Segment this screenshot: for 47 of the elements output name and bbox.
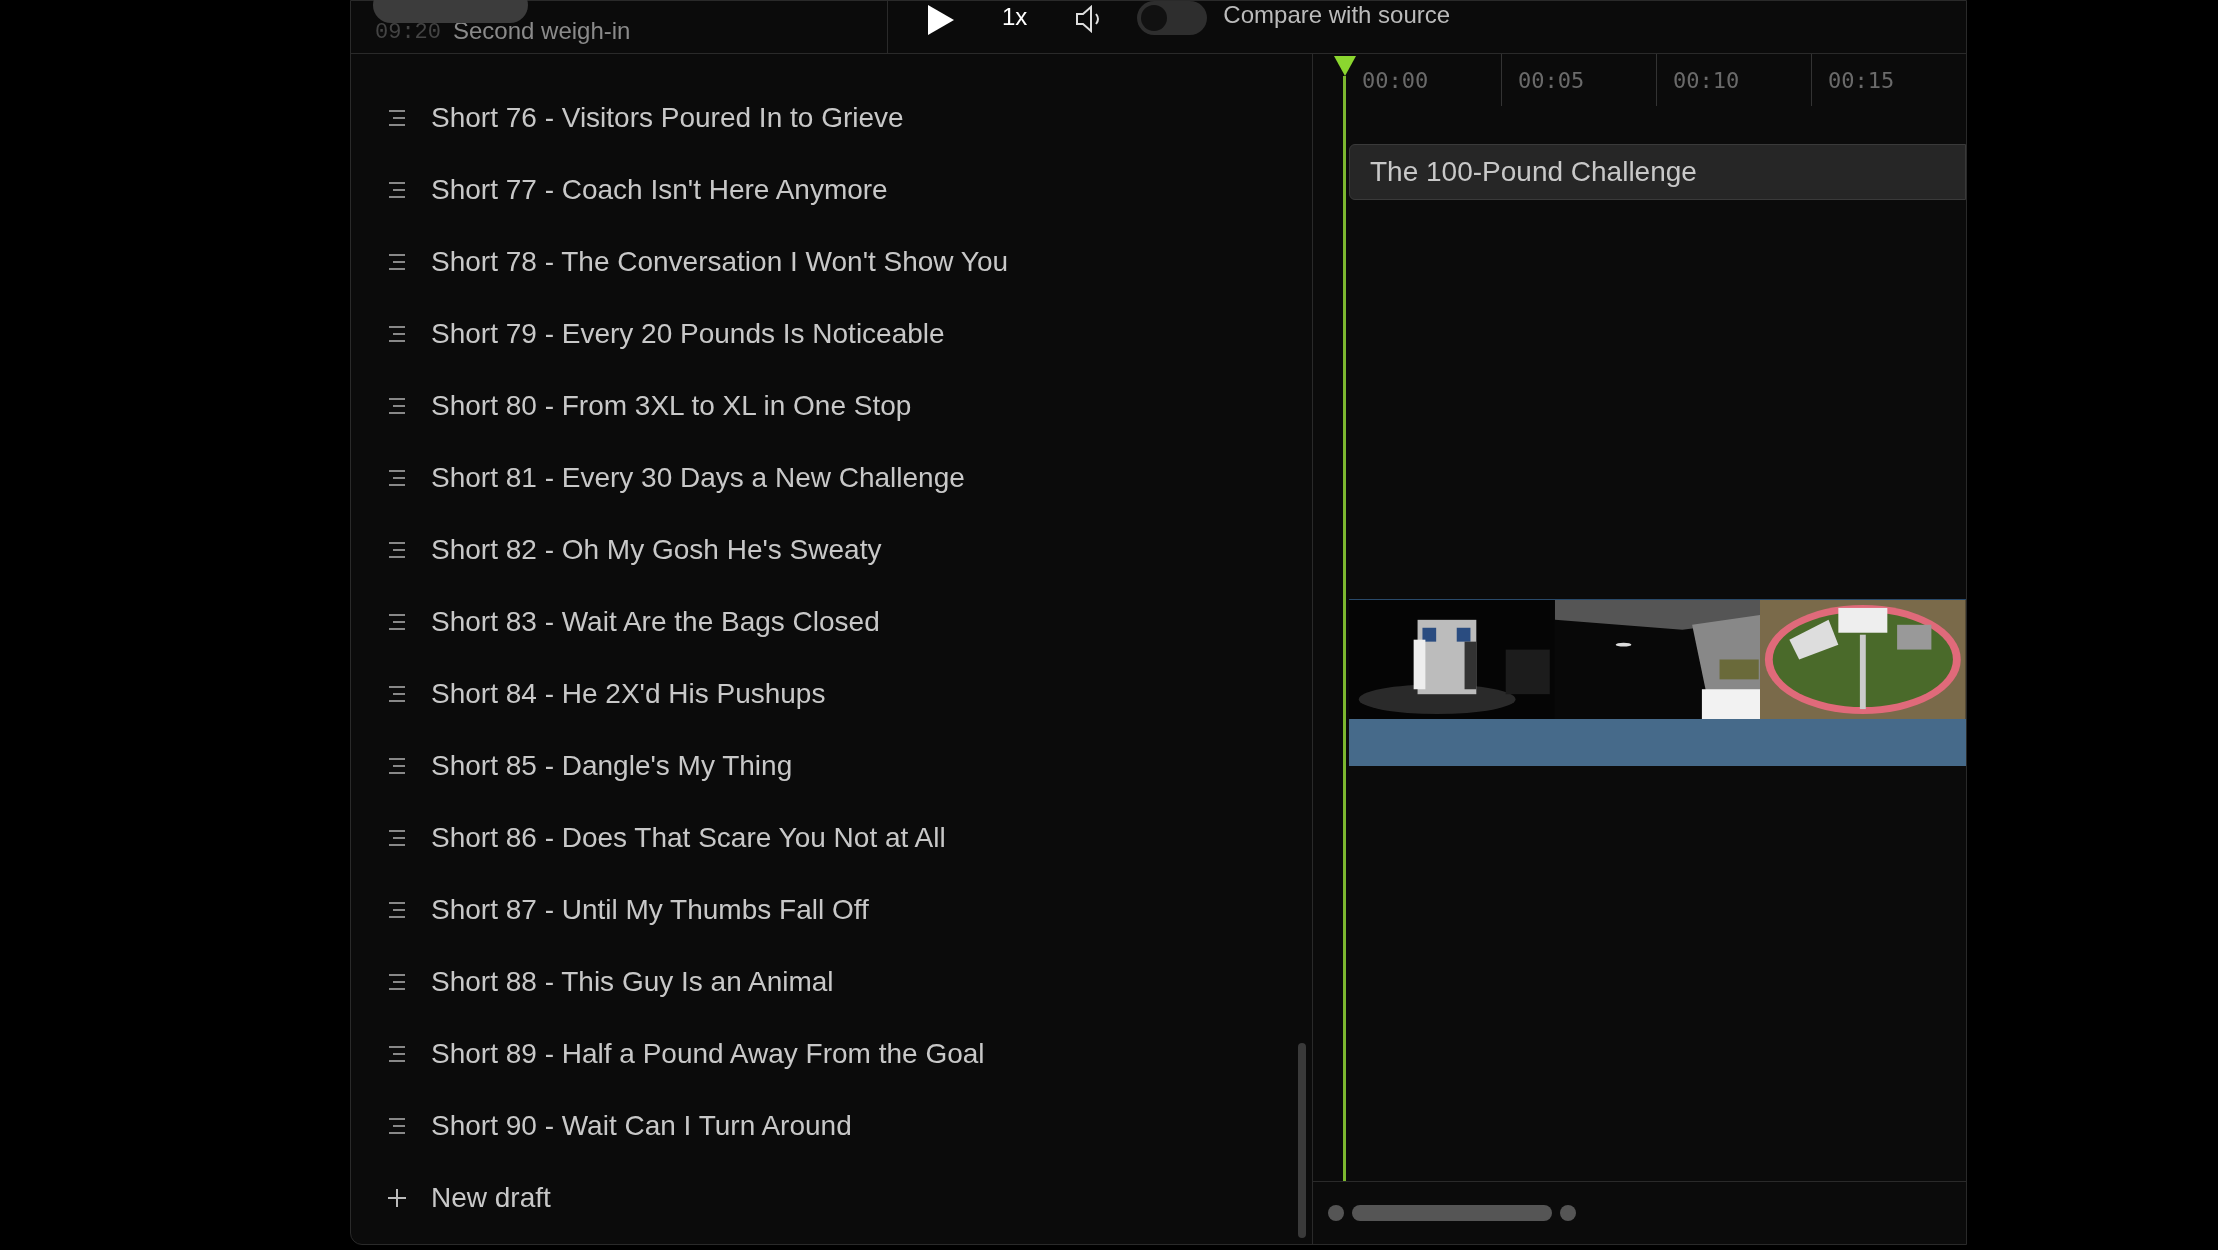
draft-item[interactable]: Short 79 - Every 20 Pounds Is Noticeable <box>387 298 1312 370</box>
speed-button[interactable]: 1x <box>1002 5 1028 29</box>
compare-label: Compare with source <box>1223 3 1451 27</box>
list-icon <box>387 109 407 127</box>
list-icon <box>387 325 407 343</box>
chapter-title: Second weigh-in <box>453 16 631 46</box>
draft-item[interactable]: Short 89 - Half a Pound Away From the Goal <box>387 1018 1312 1090</box>
draft-item[interactable]: Short 88 - This Guy Is an Animal <box>387 946 1312 1018</box>
plus-icon <box>387 1188 407 1208</box>
time-tick: 00:05 <box>1517 66 1585 95</box>
chapter-time: 09:20 <box>375 19 441 47</box>
horizontal-scroll-thumb[interactable] <box>1352 1205 1552 1221</box>
list-icon <box>387 1045 407 1063</box>
draft-item[interactable]: Short 87 - Until My Thumbs Fall Off <box>387 874 1312 946</box>
list-icon <box>387 829 407 847</box>
draft-item[interactable]: Short 82 - Oh My Gosh He's Sweaty <box>387 514 1312 586</box>
audio-track[interactable] <box>1349 719 1966 766</box>
draft-item[interactable]: Short 85 - Dangle's My Thing <box>387 730 1312 802</box>
list-icon <box>387 613 407 631</box>
draft-item[interactable]: Short 78 - The Conversation I Won't Show You <box>387 226 1312 298</box>
list-icon <box>387 397 407 415</box>
draft-item[interactable]: Short 76 - Visitors Poured In to Grieve <box>387 82 1312 154</box>
list-icon <box>387 1117 407 1135</box>
list-icon <box>387 469 407 487</box>
draft-item[interactable]: Short 90 - Wait Can I Turn Around <box>387 1090 1312 1162</box>
list-icon <box>387 685 407 703</box>
time-tick: 00:00 <box>1362 66 1429 95</box>
new-draft-button[interactable]: New draft <box>387 1162 551 1234</box>
time-tick: 00:10 <box>1672 66 1740 95</box>
draft-item[interactable]: Short 84 - He 2X'd His Pushups <box>387 658 1312 730</box>
list-icon <box>387 901 407 919</box>
playhead-handle-icon[interactable] <box>1334 56 1356 76</box>
list-icon <box>387 181 407 199</box>
draft-item[interactable]: Short 86 - Does That Scare You Not at All <box>387 802 1312 874</box>
time-tick: 00:15 <box>1827 66 1895 95</box>
scrollbar-thumb[interactable] <box>1298 1043 1306 1238</box>
draft-item[interactable]: Short 83 - Wait Are the Bags Closed <box>387 586 1312 658</box>
play-icon[interactable] <box>928 5 954 35</box>
draft-item[interactable]: Short 80 - From 3XL to XL in One Stop <box>387 370 1312 442</box>
list-icon <box>387 253 407 271</box>
draft-item[interactable]: Short 77 - Coach Isn't Here Anymore <box>387 154 1312 226</box>
draft-item[interactable]: Short 81 - Every 30 Days a New Challenge <box>387 442 1312 514</box>
title-clip[interactable]: The 100-Pound Challenge <box>1349 144 1966 200</box>
compare-toggle[interactable] <box>1137 1 1208 35</box>
list-icon <box>387 973 407 991</box>
list-icon <box>387 541 407 559</box>
list-icon <box>387 757 407 775</box>
